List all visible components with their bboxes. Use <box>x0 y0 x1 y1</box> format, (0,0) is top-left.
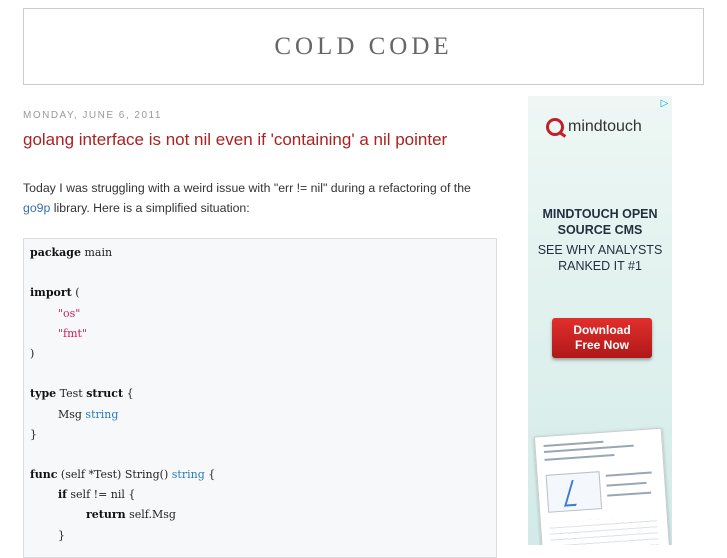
code-string: "fmt" <box>57 326 88 340</box>
code-keyword: func <box>30 468 58 482</box>
code-line: ) <box>30 344 496 364</box>
go9p-link[interactable]: go9p <box>23 201 50 215</box>
ad-button-line: Download <box>573 323 631 337</box>
ad-sub-line: RANKED IT #1 <box>558 259 642 273</box>
code-line: "fmt" <box>30 324 496 344</box>
screenshot-bar <box>605 471 652 477</box>
code-text: } <box>30 528 65 542</box>
ad-button-line: Free Now <box>574 338 629 352</box>
screenshot-bar <box>606 481 647 487</box>
intro-text-after: library. Here is a simplified situation: <box>50 201 250 215</box>
code-text: { <box>123 387 134 401</box>
code-line: } <box>30 526 496 546</box>
intro-text-before: Today I was struggling with a weird issu… <box>23 181 471 195</box>
code-keyword: return <box>85 508 126 522</box>
code-line: Msg string <box>30 405 496 425</box>
code-text: Test <box>56 387 87 401</box>
post-intro: Today I was struggling with a weird issu… <box>23 178 493 218</box>
code-keyword: import <box>30 286 72 300</box>
screenshot-bar <box>607 491 652 497</box>
sidebar-ad[interactable]: ▷ mindtouch MINDTOUCH OPEN SOURCE CMS SE… <box>528 96 672 545</box>
post-date: MONDAY, JUNE 6, 2011 <box>23 110 162 121</box>
ad-headline-line: SOURCE CMS <box>557 223 643 237</box>
code-keyword: if <box>57 488 67 502</box>
code-type: string <box>171 468 205 482</box>
screenshot-table <box>548 515 659 545</box>
code-line: type Test struct { <box>30 384 496 404</box>
code-keyword: struct <box>86 387 124 401</box>
ad-headline: MINDTOUCH OPEN SOURCE CMS <box>528 206 672 238</box>
code-line: "os" <box>30 304 496 324</box>
ad-subheadline: SEE WHY ANALYSTS RANKED IT #1 <box>528 242 672 274</box>
code-type: string <box>85 407 119 421</box>
ad-report-screenshot <box>533 427 671 545</box>
ad-logo[interactable]: mindtouch <box>546 118 642 136</box>
screenshot-chart <box>545 471 603 513</box>
ad-headline-line: MINDTOUCH OPEN <box>542 207 658 221</box>
code-block: package main import ( "os" "fmt" ) type … <box>23 238 497 558</box>
code-text: main <box>80 246 113 259</box>
blog-title[interactable]: COLD CODE <box>274 33 452 61</box>
code-keyword: package <box>30 246 81 259</box>
ad-sub-line: SEE WHY ANALYSTS <box>537 243 663 257</box>
code-line: func (self *Test) String() string { <box>30 465 496 485</box>
code-text: { <box>204 468 216 482</box>
code-text: } <box>30 427 37 441</box>
code-string: "os" <box>57 306 81 320</box>
code-line: } <box>30 425 496 445</box>
code-text: (self *Test) String() <box>57 468 172 482</box>
ad-brand: mindtouch <box>568 118 642 135</box>
mindtouch-logo-icon <box>546 118 564 136</box>
code-text: ) <box>30 346 35 360</box>
code-line: package main <box>30 243 496 263</box>
code-text: ( <box>71 286 80 300</box>
ad-choices-icon[interactable]: ▷ <box>659 98 670 109</box>
code-text: self.Msg <box>125 508 176 522</box>
code-line: import ( <box>30 283 496 303</box>
code-text: Msg <box>30 407 86 421</box>
screenshot-bar <box>544 454 615 461</box>
post-title[interactable]: golang interface is not nil even if 'con… <box>23 130 447 150</box>
code-keyword: type <box>30 387 57 401</box>
code-line: return self.Msg <box>30 505 496 525</box>
code-line: if self != nil { <box>30 485 496 505</box>
ad-download-button[interactable]: Download Free Now <box>552 318 652 358</box>
code-text: self != nil { <box>66 488 136 502</box>
blog-header: COLD CODE <box>23 8 704 85</box>
screenshot-bar <box>543 440 604 447</box>
